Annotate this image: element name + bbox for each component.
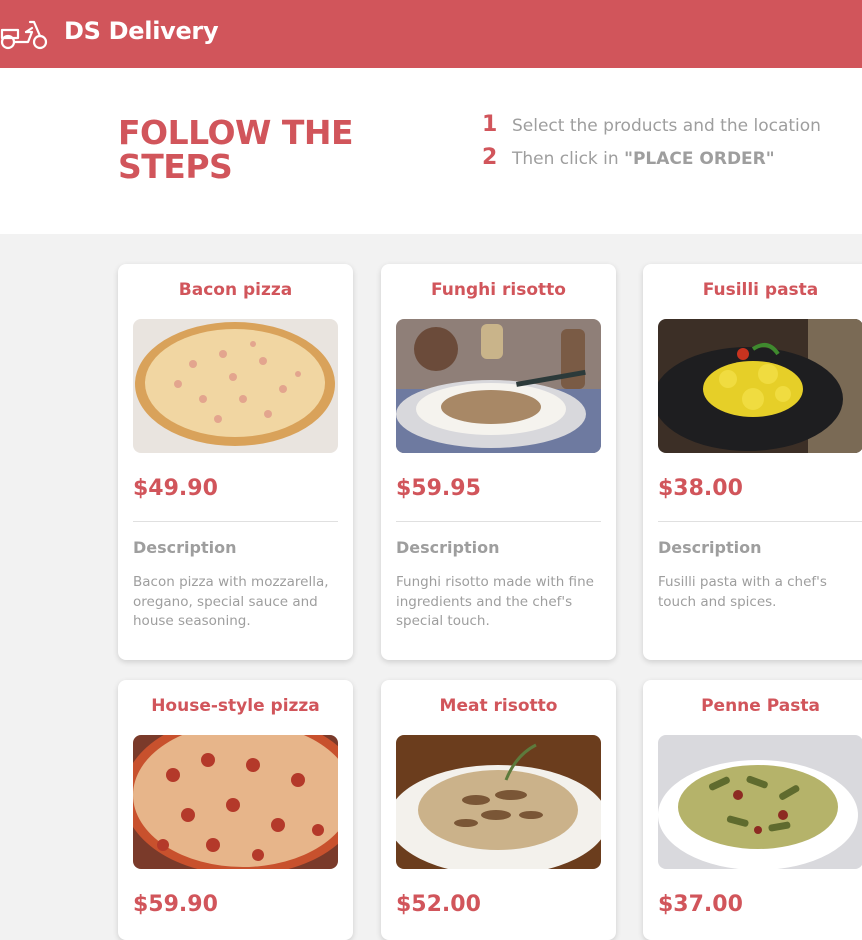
steps-title: FOLLOW THE STEPS (118, 113, 354, 186)
product-card[interactable]: Fusilli pasta $38.00 Description Fusilli… (643, 264, 862, 660)
product-card[interactable]: House-style pizza $59.90 (118, 680, 353, 940)
product-price: $49.90 (133, 476, 218, 501)
product-card[interactable]: Funghi risotto $59.95 Description Funghi… (381, 264, 616, 660)
bacon-pizza-image (133, 319, 338, 453)
divider (133, 521, 338, 522)
product-card[interactable]: Bacon pizza $49.90 Description Bacon piz… (118, 264, 353, 660)
step-number: 1 (482, 112, 498, 137)
step-text: Select the products and the location (512, 116, 821, 136)
product-price: $37.00 (658, 892, 743, 917)
product-description: Fusilli pasta with a chef's touch and sp… (658, 574, 827, 610)
product-card[interactable]: Meat risotto $52.00 (381, 680, 616, 940)
product-price: $52.00 (396, 892, 481, 917)
funghi-risotto-image (396, 319, 601, 453)
step-2: 2 Then click in "PLACE ORDER" (482, 145, 775, 170)
product-name: House-style pizza (151, 696, 320, 716)
navbar: DS Delivery (0, 0, 862, 68)
product-price: $59.90 (133, 892, 218, 917)
description-label: Description (396, 538, 500, 557)
divider (396, 521, 601, 522)
product-price: $59.95 (396, 476, 481, 501)
product-description: Bacon pizza with mozzarella, oregano, sp… (133, 574, 329, 629)
product-name: Fusilli pasta (702, 280, 819, 300)
step-1: 1 Select the products and the location (482, 112, 821, 137)
product-name: Funghi risotto (431, 280, 566, 300)
product-description: Funghi risotto made with fine ingredient… (396, 574, 594, 629)
fusilli-pasta-image (658, 319, 862, 453)
brand-title[interactable]: DS Delivery (64, 17, 219, 45)
house-style-pizza-image (133, 735, 338, 869)
product-name: Meat risotto (439, 696, 558, 716)
product-name: Penne Pasta (701, 696, 820, 716)
penne-pasta-image (658, 735, 862, 869)
step-highlight: "PLACE ORDER" (624, 149, 775, 169)
step-number: 2 (482, 145, 498, 170)
steps-section: FOLLOW THE STEPS 1 Select the products a… (0, 68, 862, 234)
product-name: Bacon pizza (178, 280, 293, 300)
divider (658, 521, 862, 522)
step-text: Then click in (512, 149, 625, 169)
meat-risotto-image (396, 735, 601, 869)
product-card[interactable]: Penne Pasta $37.00 (643, 680, 862, 940)
description-label: Description (133, 538, 237, 557)
product-price: $38.00 (658, 476, 743, 501)
scooter-icon[interactable] (0, 16, 50, 52)
description-label: Description (658, 538, 762, 557)
